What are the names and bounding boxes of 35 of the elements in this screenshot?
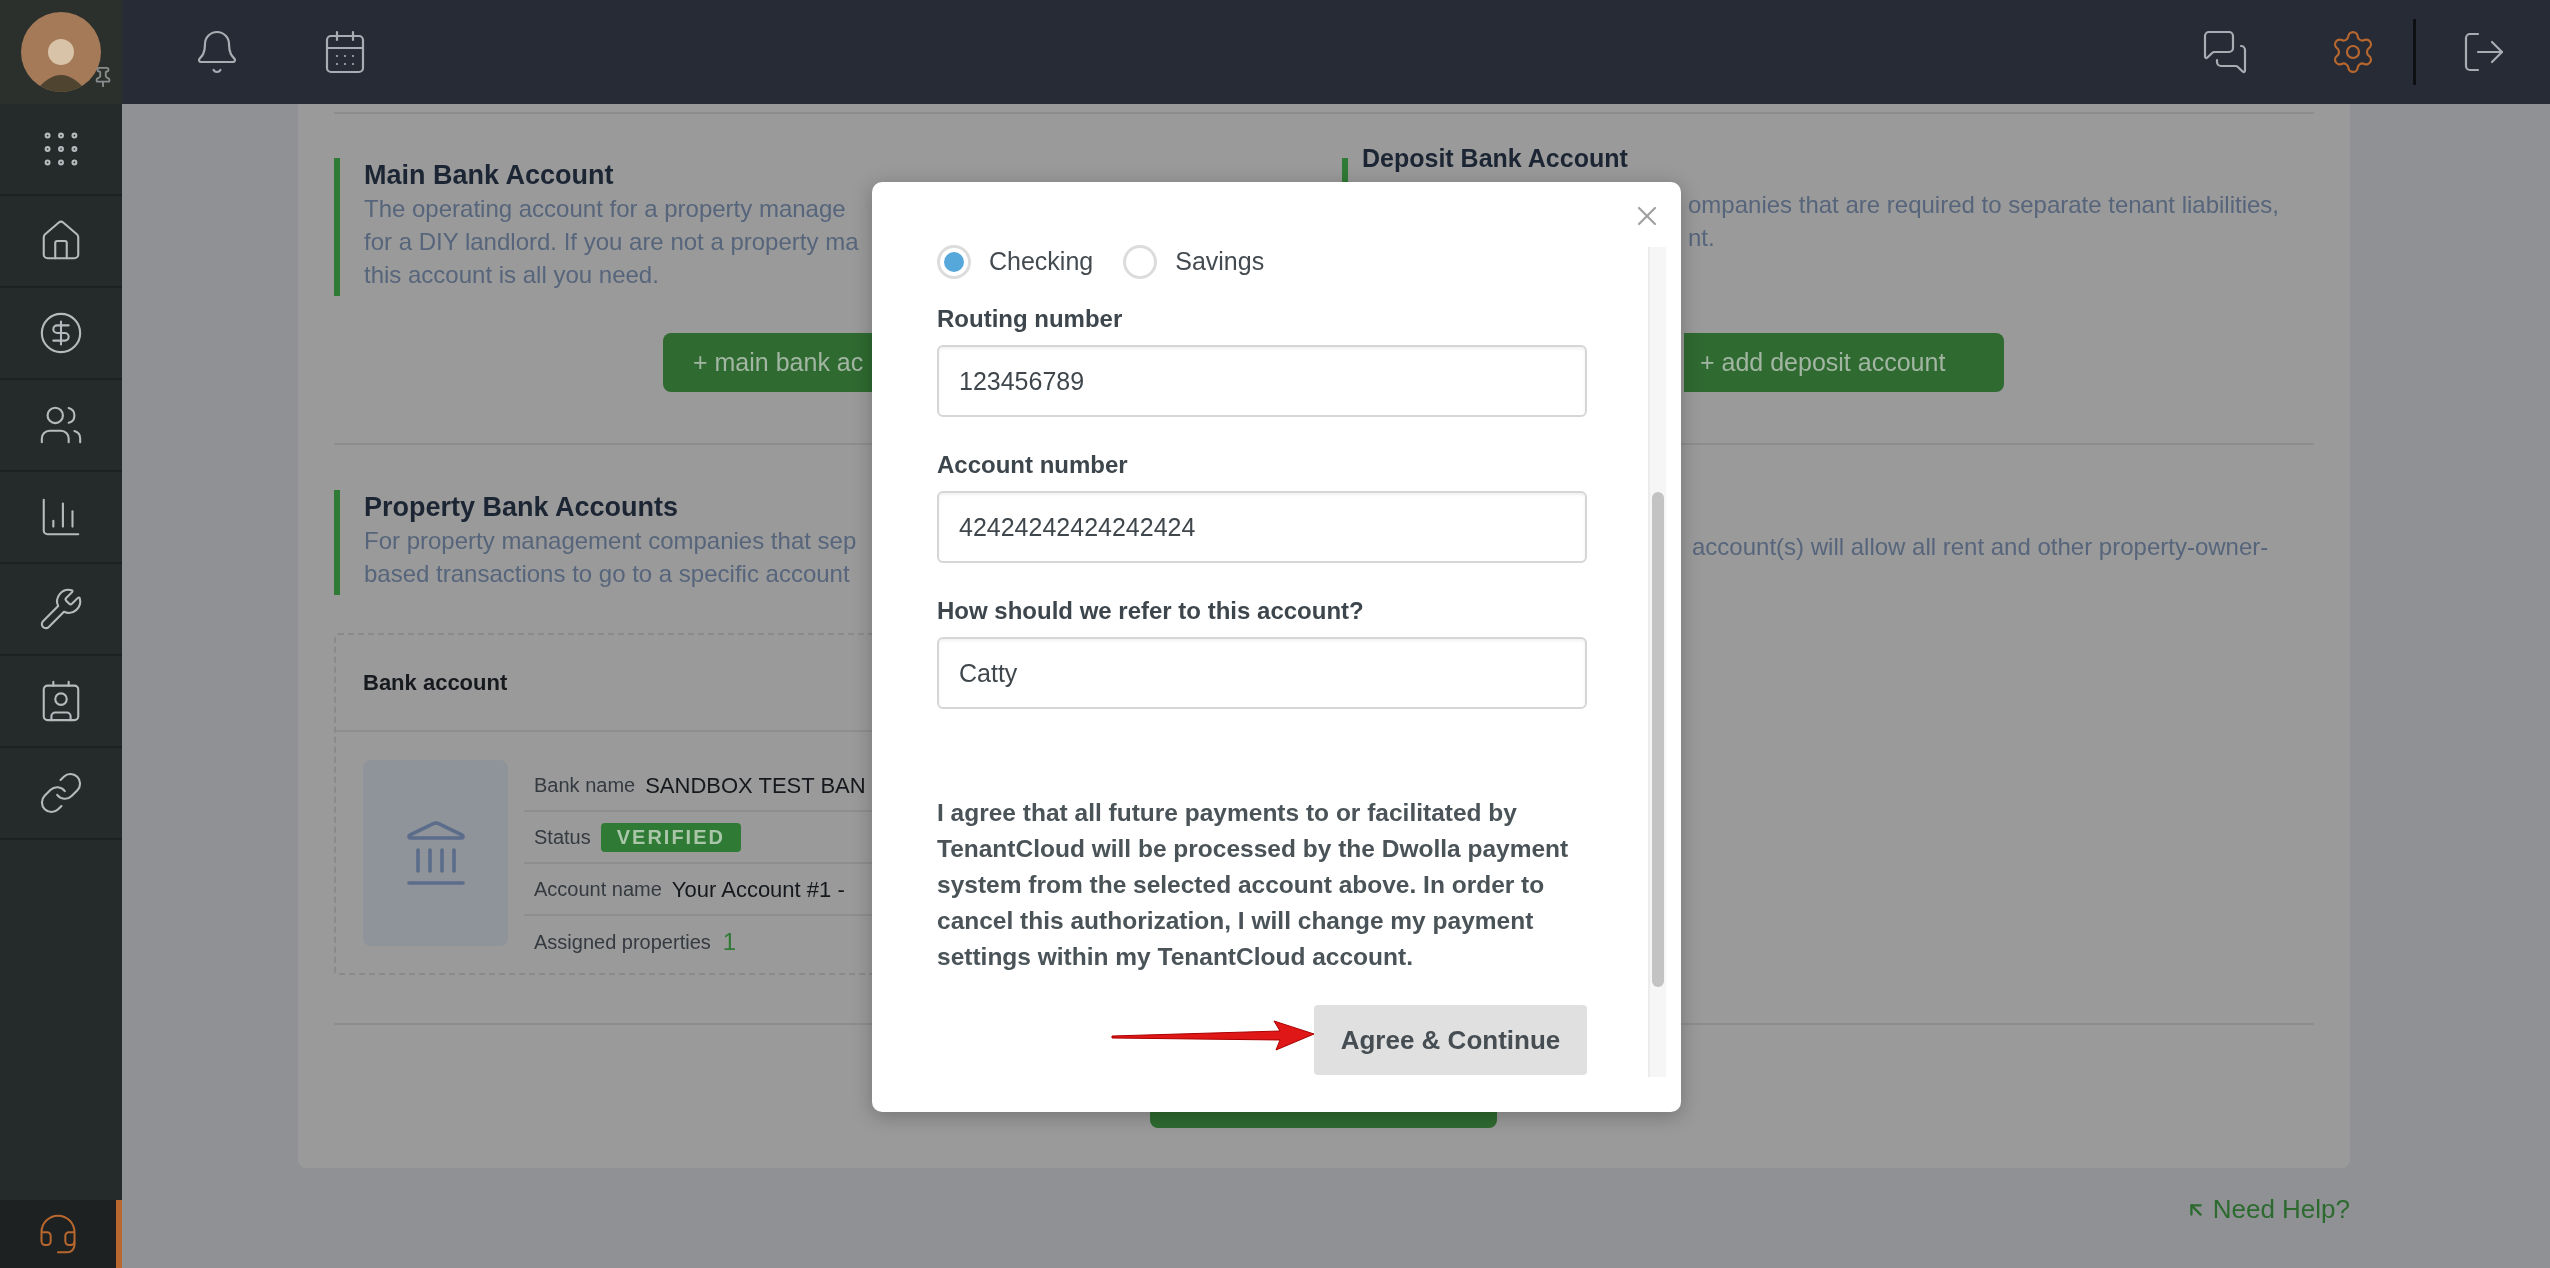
link-icon [38,770,84,816]
field-label: How should we refer to this account? [937,596,1365,626]
card-heading: Bank account [363,669,508,697]
field-value: Your Account #1 - [671,875,845,904]
section-title: Main Bank Account [364,159,615,192]
field-value: 1 [722,927,737,957]
agree-continue-button[interactable]: Agree & Continue [1314,1005,1587,1075]
description-line: based transactions to go to a specific account [364,559,850,589]
description-line: for a DIY landlord. If you are not a property ma [364,227,859,257]
field-label: Account number [937,450,1129,480]
field-label: Assigned properties [534,930,711,955]
description-line: The operating account for a property manage [364,194,846,224]
account-type-radio[interactable]: Checking [937,243,1094,281]
description-line: For property management companies that sep [364,526,857,556]
section-title: Deposit Bank Account [1362,144,1628,172]
support-button[interactable] [0,1200,122,1268]
field-label: Account name [534,877,662,902]
field-label: Routing number [937,304,1124,334]
scrollbar-thumb[interactable] [1652,492,1664,987]
description-line: account(s) will allow all rent and other property-owner- [1692,532,2270,562]
account-type-radio[interactable]: Savings [1123,243,1265,281]
field-label: Bank name [534,773,636,798]
wrench-icon [38,586,84,632]
description-line: ompanies that are required to separate tenant liabilities, [1688,190,2281,220]
status-badge: VERIFIED [600,822,741,852]
text-field[interactable]: 123456789 [937,345,1587,417]
dollar-icon [38,310,84,356]
agreement-text: I agree that all future payments to or facilitated by TenantCloud will be processed by the Dwolla payment system from the selected account above. In order to cancel this authorization, I will change my payment settings within my TenantCloud account. [937,798,1570,972]
text-field[interactable]: Catty [937,637,1587,709]
section-title: Property Bank Accounts [364,491,680,524]
text-field[interactable]: 42424242424242424 [937,491,1587,563]
field-label: Status [534,825,591,850]
field-value: SANDBOX TEST BAN [645,771,866,800]
description-line: this account is all you need. [364,260,659,290]
description-line: nt. [1688,223,1716,253]
